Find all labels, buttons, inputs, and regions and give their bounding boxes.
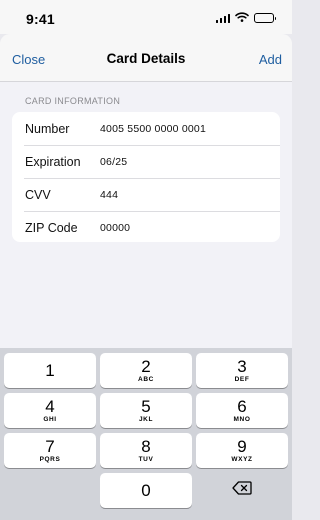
key-letters: GHI bbox=[43, 416, 57, 423]
key-letters: PQRS bbox=[39, 456, 61, 463]
key-0[interactable]: 0 bbox=[100, 473, 192, 508]
key-letters: ABC bbox=[138, 376, 154, 383]
key-2[interactable]: 2 ABC bbox=[100, 353, 192, 388]
key-digit: 6 bbox=[237, 397, 247, 416]
card-number-field[interactable]: 4005 5500 0000 0001 bbox=[100, 123, 206, 135]
numeric-keypad: 1 2 ABC 3 DEF 4 GHI 5 JKL 6 MNO 7 PQRS 8… bbox=[0, 348, 292, 520]
key-digit: 3 bbox=[237, 357, 247, 376]
card-number-row[interactable]: Number 4005 5500 0000 0001 bbox=[12, 112, 280, 145]
key-digit: 4 bbox=[45, 397, 55, 416]
card-number-label: Number bbox=[25, 121, 70, 136]
key-letters: WXYZ bbox=[231, 456, 253, 463]
key-9[interactable]: 9 WXYZ bbox=[196, 433, 288, 468]
key-digit: 1 bbox=[45, 361, 55, 380]
card-details-sheet: Close Card Details Add CARD INFORMATION … bbox=[0, 34, 292, 348]
add-button[interactable]: Add bbox=[259, 52, 282, 67]
key-5[interactable]: 5 JKL bbox=[100, 393, 192, 428]
key-letters: JKL bbox=[138, 416, 154, 423]
wifi-icon bbox=[235, 9, 249, 27]
navigation-bar: Close Card Details Add bbox=[0, 34, 292, 82]
zip-code-row[interactable]: ZIP Code 00000 bbox=[12, 211, 280, 242]
delete-key[interactable] bbox=[196, 473, 288, 508]
card-information-form: Number 4005 5500 0000 0001 Expiration 06… bbox=[12, 112, 280, 242]
key-letters: TUV bbox=[138, 456, 154, 463]
page-title: Card Details bbox=[106, 51, 186, 66]
battery-icon bbox=[254, 13, 276, 23]
key-letters: DEF bbox=[234, 376, 250, 383]
key-digit: 0 bbox=[141, 481, 151, 500]
key-6[interactable]: 6 MNO bbox=[196, 393, 288, 428]
key-digit: 2 bbox=[141, 357, 151, 376]
expiration-row[interactable]: Expiration 06/25 bbox=[12, 145, 280, 178]
key-digit: 7 bbox=[45, 437, 55, 456]
key-8[interactable]: 8 TUV bbox=[100, 433, 192, 468]
section-header: CARD INFORMATION bbox=[25, 96, 121, 106]
key-digit: 9 bbox=[237, 437, 247, 456]
status-time: 9:41 bbox=[26, 11, 55, 27]
key-3[interactable]: 3 DEF bbox=[196, 353, 288, 388]
key-4[interactable]: 4 GHI bbox=[4, 393, 96, 428]
cvv-label: CVV bbox=[25, 187, 51, 202]
key-7[interactable]: 7 PQRS bbox=[4, 433, 96, 468]
zip-code-field[interactable]: 00000 bbox=[100, 222, 130, 234]
cellular-signal-icon bbox=[215, 13, 230, 23]
backspace-icon bbox=[232, 481, 252, 500]
expiration-field[interactable]: 06/25 bbox=[100, 156, 127, 168]
zip-code-label: ZIP Code bbox=[25, 220, 78, 235]
key-digit: 8 bbox=[141, 437, 151, 456]
key-1[interactable]: 1 bbox=[4, 353, 96, 388]
cvv-row[interactable]: CVV 444 bbox=[12, 178, 280, 211]
cvv-field[interactable]: 444 bbox=[100, 189, 118, 201]
expiration-label: Expiration bbox=[25, 154, 81, 169]
status-bar: 9:41 bbox=[0, 0, 292, 34]
key-digit: 5 bbox=[141, 397, 151, 416]
key-letters: MNO bbox=[233, 416, 251, 423]
status-icons bbox=[215, 9, 276, 27]
